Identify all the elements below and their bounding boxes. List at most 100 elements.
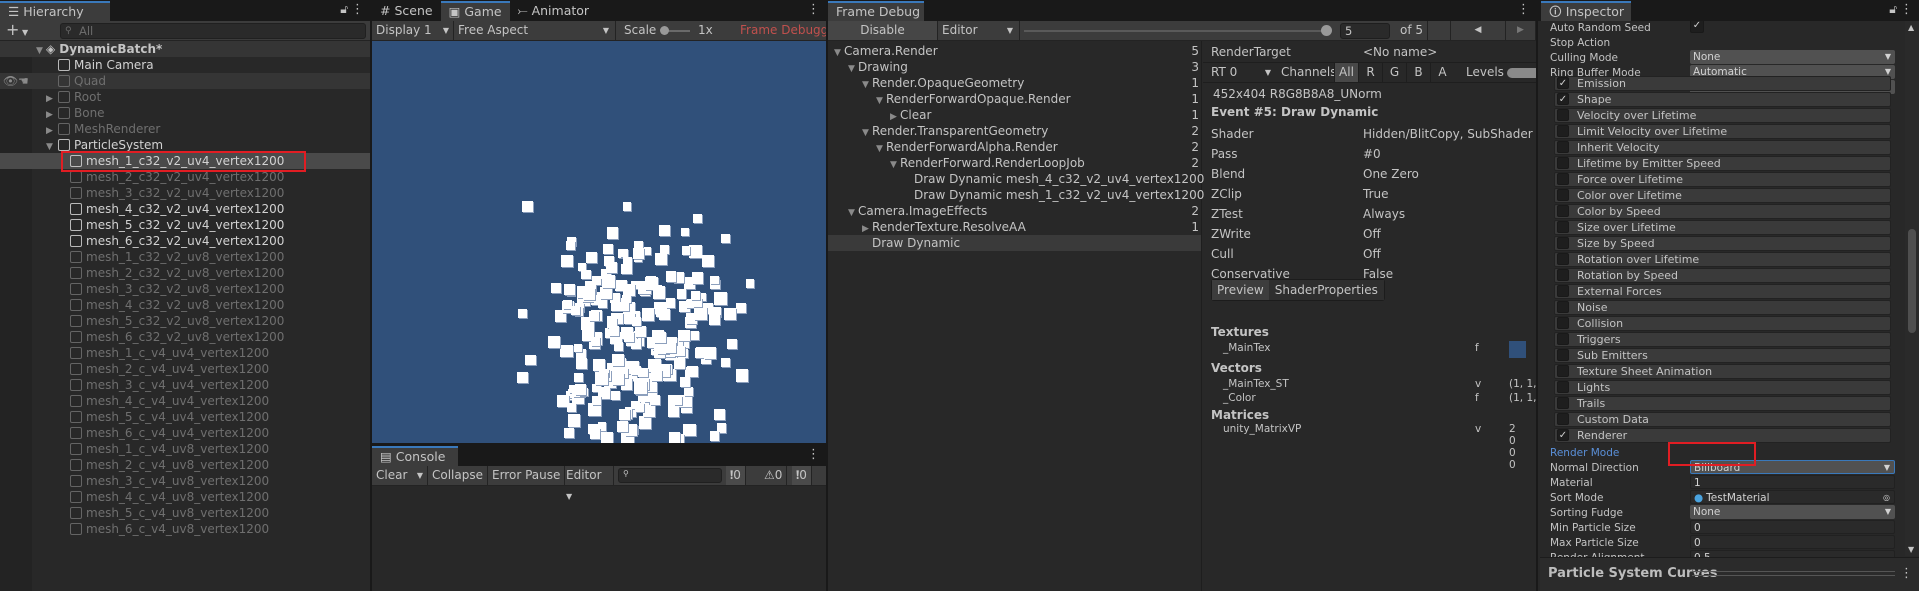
- module-header[interactable]: Rotation over Lifetime: [1554, 252, 1891, 267]
- hierarchy-item[interactable]: mesh_4_c32_v2_uv4_vertex1200: [0, 201, 370, 217]
- module-header[interactable]: Collision: [1554, 316, 1891, 331]
- hierarchy-item[interactable]: ▶ MeshRenderer: [0, 121, 370, 137]
- module-header[interactable]: Size over Lifetime: [1554, 220, 1891, 235]
- module-enabled-checkbox[interactable]: [1557, 109, 1569, 121]
- scrollbar-thumb[interactable]: [1908, 229, 1916, 333]
- module-header[interactable]: Sub Emitters: [1554, 348, 1891, 363]
- module-enabled-checkbox[interactable]: [1557, 237, 1569, 249]
- module-enabled-checkbox[interactable]: [1557, 381, 1569, 393]
- module-header[interactable]: Inherit Velocity: [1554, 140, 1891, 155]
- module-enabled-checkbox[interactable]: [1557, 205, 1569, 217]
- inspector-scrollbar[interactable]: ▲ ▼: [1905, 21, 1919, 556]
- more-menu-icon[interactable]: ⋮: [1517, 2, 1530, 17]
- hierarchy-item[interactable]: mesh_3_c_v4_uv8_vertex1200: [0, 473, 370, 489]
- module-header[interactable]: Texture Sheet Animation: [1554, 364, 1891, 379]
- scene-row[interactable]: ▼ ◈ DynamicBatch*: [0, 41, 370, 57]
- module-enabled-checkbox[interactable]: [1557, 301, 1569, 313]
- frame-event-item[interactable]: Draw Dynamic mesh_4_c32_v2_uv4_vertex120…: [828, 171, 1204, 187]
- module-header[interactable]: Noise: [1554, 300, 1891, 315]
- module-header[interactable]: Color by Speed: [1554, 204, 1891, 219]
- module-enabled-checkbox[interactable]: [1557, 413, 1569, 425]
- hierarchy-item[interactable]: mesh_5_c32_v2_uv8_vertex1200: [0, 313, 370, 329]
- module-enabled-checkbox[interactable]: [1557, 365, 1569, 377]
- tab-console[interactable]: ▤ Console: [372, 446, 458, 466]
- collapse-button[interactable]: Collapse: [428, 466, 488, 485]
- hierarchy-item[interactable]: mesh_2_c32_v2_uv8_vertex1200: [0, 265, 370, 281]
- console-search-input[interactable]: ⚲: [618, 468, 722, 483]
- module-enabled-checkbox[interactable]: [1557, 253, 1569, 265]
- channel-button-all[interactable]: All: [1334, 63, 1358, 82]
- module-enabled-checkbox[interactable]: [1557, 221, 1569, 233]
- texture-thumbnail[interactable]: [1509, 341, 1526, 358]
- hierarchy-item[interactable]: mesh_6_c_v4_uv4_vertex1200: [0, 425, 370, 441]
- module-header[interactable]: Trails: [1554, 396, 1891, 411]
- event-slider-thumb[interactable]: [1321, 25, 1332, 36]
- tab-scene[interactable]: # Scene: [372, 1, 441, 21]
- clear-button[interactable]: Clear ▼: [372, 466, 428, 485]
- hierarchy-item[interactable]: mesh_4_c32_v2_uv8_vertex1200: [0, 297, 370, 313]
- hierarchy-item[interactable]: mesh_3_c_v4_uv4_vertex1200: [0, 377, 370, 393]
- lock-icon[interactable]: 🔓︎: [340, 2, 348, 17]
- module-header[interactable]: ✓ Shape: [1554, 92, 1891, 107]
- module-header[interactable]: Force over Lifetime: [1554, 172, 1891, 187]
- hierarchy-item[interactable]: mesh_6_c32_v2_uv8_vertex1200: [0, 329, 370, 345]
- module-enabled-checkbox[interactable]: [1557, 269, 1569, 281]
- error-count-toggle[interactable]: ❗︎0: [792, 466, 812, 485]
- hierarchy-item[interactable]: mesh_6_c32_v2_uv4_vertex1200: [0, 233, 370, 249]
- module-header[interactable]: Size by Speed: [1554, 236, 1891, 251]
- more-menu-icon[interactable]: ⋮: [351, 2, 364, 17]
- more-menu-icon[interactable]: ⋮: [807, 447, 820, 462]
- next-event-button[interactable]: ▶: [1506, 21, 1536, 40]
- hierarchy-item[interactable]: mesh_5_c32_v2_uv4_vertex1200: [0, 217, 370, 233]
- tab-hierarchy[interactable]: ☰ Hierarchy: [0, 1, 110, 21]
- hierarchy-item[interactable]: mesh_1_c32_v2_uv8_vertex1200: [0, 249, 370, 265]
- module-header[interactable]: Custom Data: [1554, 412, 1891, 427]
- module-header[interactable]: Rotation by Speed: [1554, 268, 1891, 283]
- hierarchy-item[interactable]: mesh_5_c_v4_uv8_vertex1200: [0, 505, 370, 521]
- hierarchy-item[interactable]: mesh_4_c_v4_uv8_vertex1200: [0, 489, 370, 505]
- frame-event-item[interactable]: Draw Dynamic: [828, 235, 1201, 251]
- hierarchy-item[interactable]: Main Camera: [0, 57, 370, 73]
- subtab-preview[interactable]: Preview: [1212, 280, 1269, 300]
- pickable-hand-icon[interactable]: ☚: [18, 73, 29, 89]
- info-count-toggle[interactable]: ❗︎0: [726, 466, 746, 485]
- subtab-shader-properties[interactable]: ShaderProperties: [1268, 280, 1384, 300]
- module-header[interactable]: External Forces: [1554, 284, 1891, 299]
- module-enabled-checkbox[interactable]: [1557, 157, 1569, 169]
- chevron-down-icon[interactable]: ▼: [417, 466, 423, 485]
- module-enabled-checkbox[interactable]: [1557, 333, 1569, 345]
- frame-event-item[interactable]: ▼ Render.OpaqueGeometry 1: [828, 75, 1201, 91]
- module-header[interactable]: Color over Lifetime: [1554, 188, 1891, 203]
- module-enabled-checkbox[interactable]: [1557, 125, 1569, 137]
- module-header[interactable]: Lights: [1554, 380, 1891, 395]
- hierarchy-item[interactable]: mesh_3_c32_v2_uv4_vertex1200: [0, 185, 370, 201]
- more-menu-icon[interactable]: ⋮: [807, 2, 820, 17]
- channel-button-b[interactable]: B: [1406, 63, 1430, 82]
- visibility-eye-icon[interactable]: 👁︎: [3, 73, 18, 89]
- module-enabled-checkbox[interactable]: ✓: [1557, 93, 1569, 105]
- add-object-button[interactable]: + ▼: [6, 21, 28, 42]
- frame-event-item[interactable]: ▶ Clear 1: [828, 107, 1201, 123]
- hierarchy-item[interactable]: ▶ Bone: [0, 105, 370, 121]
- module-enabled-checkbox[interactable]: [1557, 397, 1569, 409]
- more-menu-icon[interactable]: ⋮: [1900, 566, 1913, 581]
- tab-animator[interactable]: ⤚ Animator: [509, 1, 598, 21]
- frame-event-item[interactable]: ▼ Camera.ImageEffects 2: [828, 203, 1201, 219]
- frame-event-item[interactable]: ▼ Render.TransparentGeometry 2: [828, 123, 1201, 139]
- module-enabled-checkbox[interactable]: [1557, 285, 1569, 297]
- scale-slider-thumb[interactable]: [660, 26, 669, 35]
- previous-event-button[interactable]: ◀: [1450, 21, 1506, 40]
- hierarchy-item[interactable]: mesh_4_c_v4_uv4_vertex1200: [0, 393, 370, 409]
- hierarchy-item[interactable]: mesh_1_c_v4_uv8_vertex1200: [0, 441, 370, 457]
- event-number-input[interactable]: 5: [1340, 23, 1390, 39]
- scroll-up-icon[interactable]: ▲: [1908, 23, 1914, 32]
- module-enabled-checkbox[interactable]: [1557, 189, 1569, 201]
- disable-button[interactable]: Disable: [828, 21, 938, 40]
- module-enabled-checkbox[interactable]: [1557, 349, 1569, 361]
- module-header[interactable]: ✓ Renderer: [1554, 428, 1891, 443]
- module-enabled-checkbox[interactable]: [1557, 141, 1569, 153]
- hierarchy-item[interactable]: mesh_5_c_v4_uv4_vertex1200: [0, 409, 370, 425]
- hierarchy-item[interactable]: mesh_2_c_v4_uv4_vertex1200: [0, 361, 370, 377]
- module-header[interactable]: Triggers: [1554, 332, 1891, 347]
- module-header[interactable]: ✓ Emission: [1554, 76, 1891, 91]
